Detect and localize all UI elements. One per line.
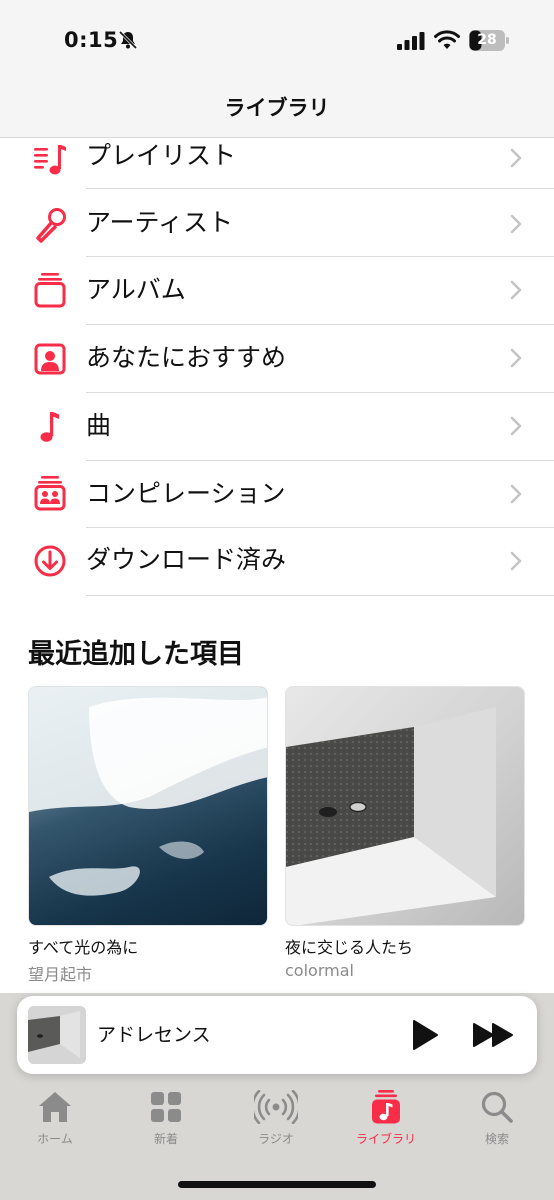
album-cover[interactable]: [285, 686, 525, 926]
microphone-icon: [36, 208, 66, 243]
tab-label: 検索: [484, 1132, 509, 1146]
library-item-downloaded[interactable]: ダウンロード済み: [0, 528, 554, 595]
cellular-signal-icon: [397, 32, 425, 50]
mini-player[interactable]: アドレセンス: [17, 996, 537, 1074]
chevron-right-icon: [510, 148, 522, 168]
album-title: すべて光の為に: [28, 938, 139, 957]
magnifier-icon: [481, 1091, 513, 1123]
album-artwork: [286, 707, 496, 925]
grid-icon: [151, 1092, 181, 1122]
tab-library[interactable]: ライブラリ: [336, 1090, 436, 1154]
album-cover[interactable]: [28, 686, 268, 926]
library-item-label: あなたにおすすめ: [86, 343, 287, 372]
library-item-made-for-you[interactable]: あなたにおすすめ: [0, 325, 554, 392]
now-playing-artwork-image: [28, 1006, 86, 1064]
library-item-label: 曲: [86, 411, 112, 440]
now-playing-artwork[interactable]: [28, 1006, 86, 1064]
chevron-right-icon: [510, 551, 522, 571]
album-title: 夜に交じる人たち: [285, 938, 414, 957]
library-item-artists[interactable]: アーティスト: [0, 189, 554, 256]
chevron-right-icon: [510, 214, 522, 234]
recently-added-heading: 最近追加した項目: [28, 639, 244, 670]
person-square-icon: [34, 343, 66, 375]
album-artwork: [29, 687, 267, 896]
album-stack-icon: [34, 273, 66, 308]
playlist-icon: [34, 145, 66, 175]
album-card[interactable]: 夜に交じる人たち colormal: [285, 686, 525, 980]
library-item-label: プレイリスト: [86, 141, 237, 170]
tab-home[interactable]: ホーム: [5, 1090, 105, 1154]
library-item-songs[interactable]: 曲: [0, 393, 554, 460]
library-item-label: コンピレーション: [86, 479, 286, 508]
library-item-albums[interactable]: アルバム: [0, 257, 554, 324]
tab-label: ラジオ: [258, 1132, 294, 1146]
tab-label: 新着: [153, 1132, 178, 1146]
tab-search[interactable]: 検索: [447, 1090, 547, 1154]
play-icon[interactable]: [407, 1018, 441, 1052]
album-artist: 望月起市: [28, 965, 93, 984]
chevron-right-icon: [510, 484, 522, 504]
tab-radio[interactable]: ラジオ: [226, 1090, 326, 1154]
house-icon: [39, 1092, 71, 1122]
fast-forward-icon[interactable]: [471, 1018, 517, 1052]
chevron-right-icon: [510, 348, 522, 368]
music-note-icon: [40, 412, 59, 442]
library-item-compilations[interactable]: コンピレーション: [0, 461, 554, 528]
tab-label: ライブラリ: [355, 1132, 416, 1146]
download-circle-icon: [34, 545, 66, 577]
library-item-label: ダウンロード済み: [86, 545, 287, 574]
chevron-right-icon: [510, 280, 522, 300]
radio-waves-icon: [254, 1090, 298, 1124]
page-title: ライブラリ: [224, 96, 330, 120]
row-divider: [86, 595, 554, 596]
now-playing-title: アドレセンス: [97, 1024, 211, 1046]
album-card[interactable]: すべて光の為に 望月起市: [28, 686, 268, 985]
top-bar: 0:15 28 ライブラリ: [0, 0, 554, 138]
library-item-label: アーティスト: [86, 208, 234, 237]
album-artist: colormal: [285, 961, 354, 980]
tab-new[interactable]: 新着: [116, 1090, 216, 1154]
wifi-icon: [434, 30, 460, 49]
library-music-icon: [372, 1090, 400, 1124]
compilation-icon: [34, 476, 66, 511]
tab-label: ホーム: [37, 1132, 73, 1146]
library-item-label: アルバム: [86, 275, 186, 304]
chevron-right-icon: [510, 416, 522, 436]
bell-slash-icon: [118, 30, 138, 50]
status-time: 0:15: [64, 28, 119, 52]
battery-level: 28: [477, 32, 497, 48]
home-indicator: [178, 1181, 376, 1188]
